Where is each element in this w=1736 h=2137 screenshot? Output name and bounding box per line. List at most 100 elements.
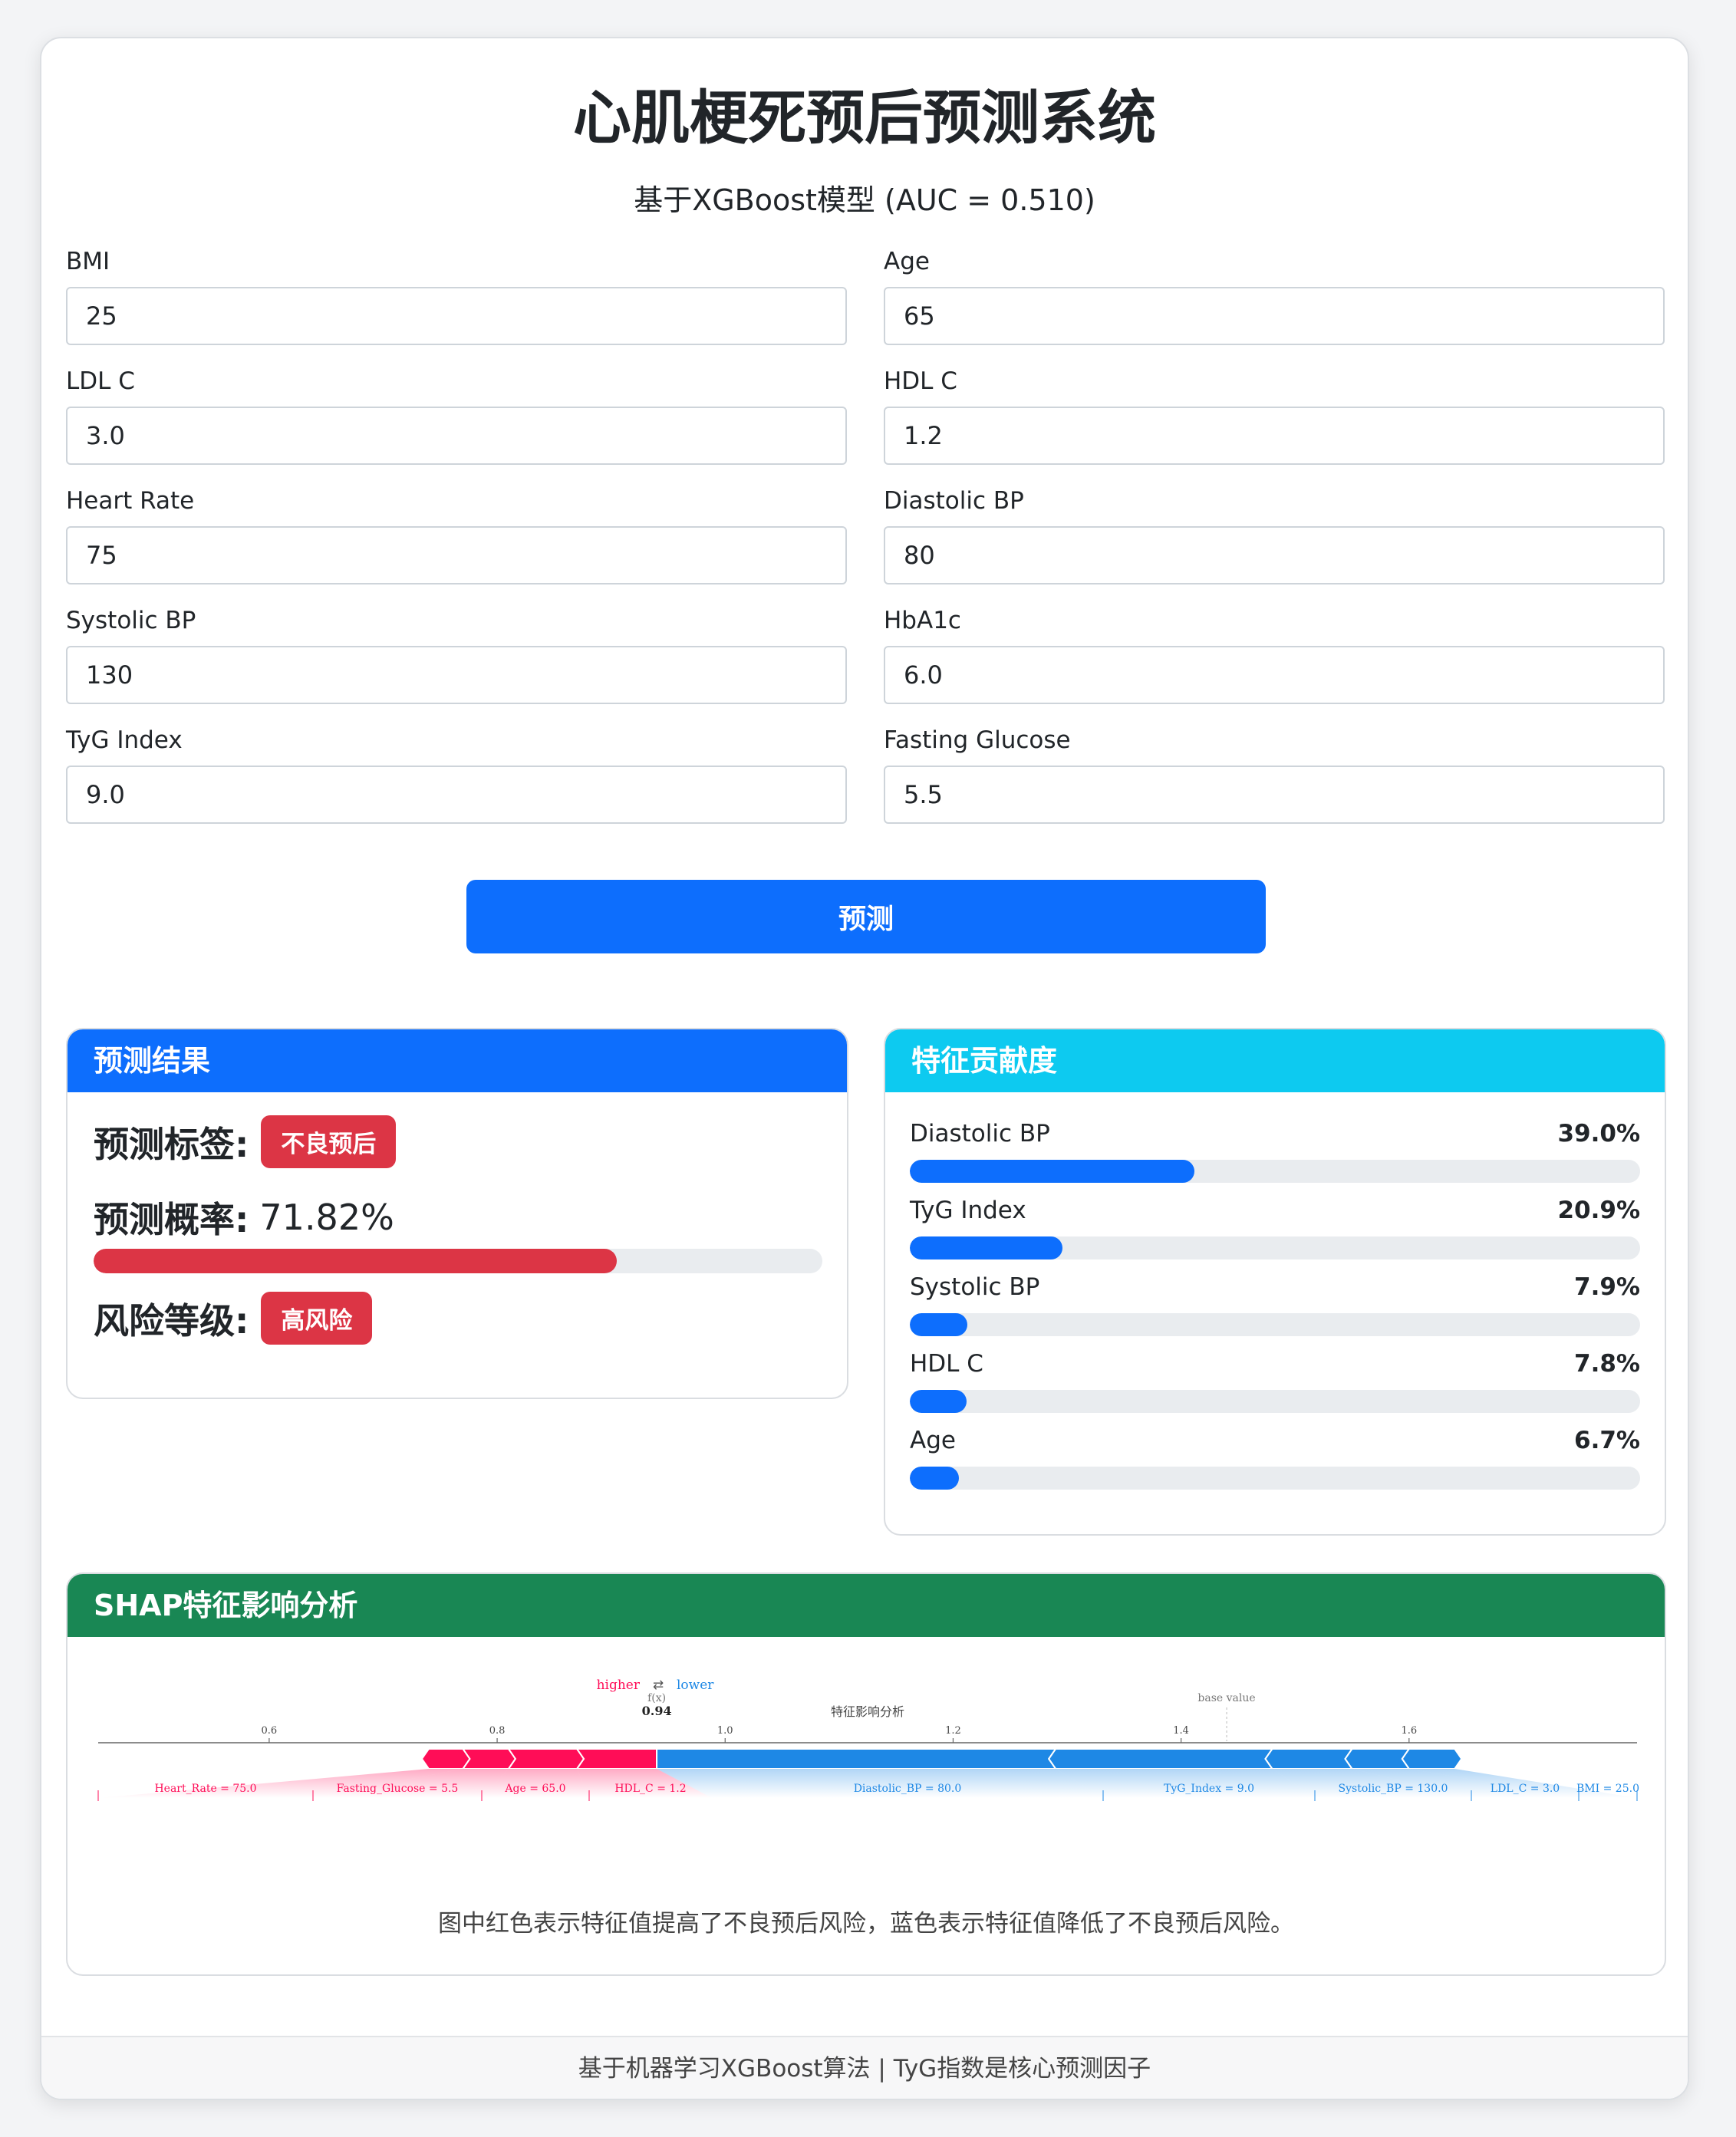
hdl-c-input[interactable] [884, 407, 1665, 465]
field-heart-rate: Heart Rate [66, 486, 847, 584]
result-prob-value: 71.82% [259, 1197, 394, 1238]
shap-lower-label: lower [677, 1678, 714, 1693]
feature-name: Diastolic BP [910, 1120, 1050, 1148]
feature-bar-fill [910, 1236, 1062, 1259]
shap-labels: Heart_Rate = 75.0 Fasting_Glucose = 5.5 Ag… [97, 1769, 1639, 1801]
model-subtitle: 基于XGBoost模型 (AUC = 0.510) [634, 183, 1095, 217]
feature-bar [910, 1313, 1640, 1336]
feature-item: Systolic BP 7.9% [910, 1270, 1640, 1336]
hba1c-input[interactable] [884, 646, 1665, 704]
shap-negative-label: TyG_Index = 9.0 [1164, 1783, 1254, 1795]
result-prob-text: 预测概率: [94, 1199, 249, 1240]
field-fasting-glucose: Fasting Glucose [884, 726, 1665, 824]
shap-plot-title: 特征影响分析 [831, 1704, 904, 1719]
footer: 基于机器学习XGBoost算法 | TyG指数是核心预测因子 [41, 2036, 1688, 2099]
age-input[interactable] [884, 287, 1665, 345]
field-label-ldl-c: LDL C [66, 367, 135, 395]
shap-positive-bar [461, 1748, 517, 1770]
shap-positive-label: Fasting_Glucose = 5.5 [337, 1783, 459, 1795]
field-tyg-index: TyG Index [66, 726, 847, 824]
shap-negative-bar [1401, 1748, 1463, 1770]
feature-panel: 特征贡献度 Diastolic BP 39.0% TyG Index 20.9%… [884, 1028, 1666, 1536]
ldl-c-input[interactable] [66, 407, 847, 465]
feature-bar [910, 1160, 1640, 1183]
field-label-bmi: BMI [66, 248, 110, 275]
shap-caption: 图中红色表示特征值提高了不良预后风险，蓝色表示特征值降低了不良预后风险。 [438, 1910, 1294, 1938]
feature-bar [910, 1390, 1640, 1413]
shap-base-label: base value [1197, 1692, 1255, 1704]
feature-item: Age 6.7% [910, 1424, 1640, 1490]
shap-negative-bar [656, 1748, 1058, 1770]
shap-fx-value: 0.94 [642, 1704, 672, 1718]
probability-bar-fill [94, 1249, 618, 1273]
field-label-age: Age [884, 248, 930, 275]
probability-bar [94, 1249, 822, 1273]
diastolic-bp-input[interactable] [884, 526, 1665, 584]
result-risk-row: 风险等级: 高风险 [94, 1292, 373, 1345]
field-diastolic-bp: Diastolic BP [884, 486, 1665, 584]
shap-tick-label: 1.6 [1401, 1725, 1417, 1737]
predict-button[interactable]: 预测 [466, 880, 1266, 953]
shap-positive-label: Age = 65.0 [504, 1783, 565, 1795]
shap-tick-label: 1.4 [1173, 1725, 1189, 1737]
field-systolic-bp: Systolic BP [66, 606, 847, 704]
heart-rate-input[interactable] [66, 526, 847, 584]
field-hdl-c: HDL C [884, 367, 1665, 465]
result-risk-badge: 高风险 [261, 1292, 373, 1345]
feature-bar [910, 1467, 1640, 1490]
shap-positive-bar [420, 1748, 471, 1770]
shap-tick-label: 1.0 [717, 1725, 733, 1737]
result-panel: 预测结果 预测标签: 不良预后 预测概率: 71.82% 风险等级: 高风险 [66, 1028, 848, 1399]
shap-tick-label: 0.8 [489, 1725, 506, 1737]
shap-negative-bar [1344, 1748, 1411, 1770]
shap-negative-bar [1264, 1748, 1354, 1770]
result-panel-header: 预测结果 [68, 1029, 847, 1092]
feature-pct: 20.9% [1557, 1197, 1640, 1224]
feature-pct: 39.0% [1557, 1120, 1640, 1148]
shap-higher-label: higher [597, 1678, 641, 1693]
field-label-tyg-index: TyG Index [66, 726, 183, 754]
shap-negative-label: Diastolic_BP = 80.0 [854, 1783, 962, 1795]
feature-pct: 7.8% [1574, 1350, 1640, 1378]
tyg-index-input[interactable] [66, 766, 847, 824]
feature-item: Diastolic BP 39.0% [910, 1117, 1640, 1183]
feature-name: Age [910, 1427, 956, 1454]
bmi-input[interactable] [66, 287, 847, 345]
field-ldl-c: LDL C [66, 367, 847, 465]
result-risk-text: 风险等级: [94, 1299, 249, 1342]
shap-tick-label: 1.2 [945, 1725, 961, 1737]
field-label-diastolic-bp: Diastolic BP [884, 487, 1024, 515]
feature-bar-fill [910, 1313, 968, 1336]
field-hba1c: HbA1c [884, 606, 1665, 704]
shap-panel: SHAP特征影响分析 higher ⇄ lower 特征影响分析 0.6 0.8 1… [66, 1572, 1666, 1976]
app-card: 心肌梗死预后预测系统 基于XGBoost模型 (AUC = 0.510) BMI… [40, 37, 1689, 2100]
shap-positive-bar [575, 1748, 658, 1770]
systolic-bp-input[interactable] [66, 646, 847, 704]
feature-bar-fill [910, 1467, 959, 1490]
field-label-hdl-c: HDL C [884, 367, 957, 395]
feature-pct: 7.9% [1574, 1273, 1640, 1301]
result-label-row: 预测标签: 不良预后 [94, 1115, 397, 1168]
shap-arrow-icon: ⇄ [653, 1678, 664, 1693]
page-title: 心肌梗死预后预测系统 [573, 84, 1156, 152]
field-bmi: BMI [66, 247, 847, 345]
field-label-fasting-glucose: Fasting Glucose [884, 726, 1071, 754]
feature-bar [910, 1236, 1640, 1259]
result-label-text: 预测标签: [94, 1123, 249, 1165]
feature-pct: 6.7% [1574, 1427, 1640, 1454]
shap-tick-label: 0.6 [262, 1725, 278, 1737]
feature-item: HDL C 7.8% [910, 1347, 1640, 1413]
shap-positive-label: Heart_Rate = 75.0 [154, 1783, 256, 1795]
result-prob-row: 预测概率: 71.82% [94, 1192, 394, 1243]
result-label-badge: 不良预后 [261, 1115, 397, 1168]
field-label-systolic-bp: Systolic BP [66, 607, 196, 634]
shap-positive-label: HDL_C = 1.2 [614, 1783, 686, 1795]
feature-name: HDL C [910, 1350, 983, 1378]
field-age: Age [884, 247, 1665, 345]
feature-name: Systolic BP [910, 1273, 1040, 1301]
feature-bar-fill [910, 1160, 1195, 1183]
feature-name: TyG Index [910, 1197, 1026, 1224]
feature-bar-fill [910, 1390, 967, 1413]
field-label-hba1c: HbA1c [884, 607, 961, 634]
fasting-glucose-input[interactable] [884, 766, 1665, 824]
